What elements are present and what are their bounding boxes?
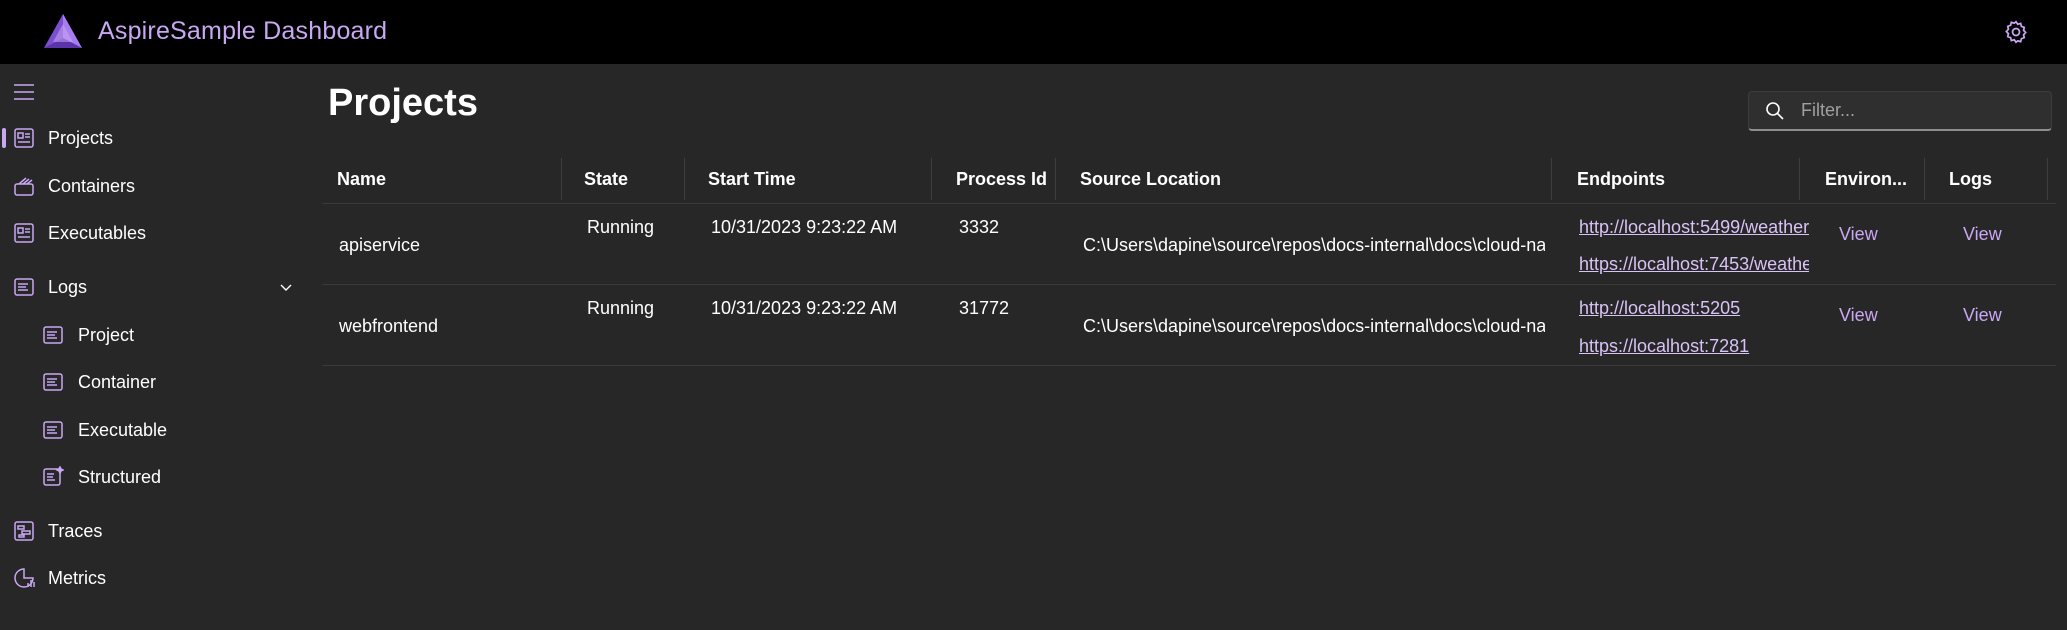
sidebar-item-label: Containers — [48, 175, 136, 196]
column-header-start-time[interactable]: Start Time — [708, 156, 796, 202]
logs-view-button[interactable]: View — [1963, 224, 2002, 245]
log-doc-icon — [43, 421, 63, 439]
cell-state: Running — [587, 298, 655, 318]
aspire-logo-icon — [44, 14, 82, 48]
cell-source-location: C:\Users\dapine\source\repos\docs-intern… — [1083, 235, 1545, 255]
column-header-environment[interactable]: Environ... — [1825, 156, 1907, 202]
sidebar-item-traces[interactable]: Traces — [0, 511, 300, 551]
sidebar-item-label: Project — [78, 324, 135, 345]
cell-process-id: 3332 — [959, 217, 1000, 237]
executable-icon — [14, 223, 34, 243]
chevron-down-icon[interactable] — [278, 279, 294, 295]
settings-button[interactable] — [2000, 16, 2032, 48]
sidebar-item-containers[interactable]: Containers — [0, 166, 300, 206]
cell-source-location: C:\Users\dapine\source\repos\docs-intern… — [1083, 316, 1545, 336]
endpoint-link[interactable]: http://localhost:5205 — [1579, 298, 1809, 319]
log-doc-icon — [43, 373, 63, 391]
cell-start-time: 10/31/2023 9:23:22 AM — [711, 298, 898, 318]
app-title[interactable]: AspireSample Dashboard — [98, 17, 387, 46]
sidebar-item-label: Metrics — [48, 567, 106, 588]
sidebar-item-projects[interactable]: Projects — [0, 118, 300, 158]
structured-log-icon — [43, 466, 64, 486]
search-icon — [1766, 102, 1784, 120]
environment-view-button[interactable]: View — [1839, 305, 1878, 326]
sidebar-item-logs[interactable]: Logs — [0, 267, 300, 307]
cell-process-id: 31772 — [959, 298, 1010, 318]
sidebar-item-label: Traces — [48, 520, 103, 541]
sidebar-item-logs-container[interactable]: Container — [0, 362, 300, 402]
active-indicator — [2, 128, 6, 148]
column-header-name[interactable]: Name — [337, 156, 386, 202]
cell-state: Running — [587, 217, 655, 237]
projects-icon — [14, 128, 34, 148]
filter-box[interactable] — [1748, 91, 2052, 131]
cell-start-time: 10/31/2023 9:23:22 AM — [711, 217, 898, 237]
column-divider[interactable] — [2047, 158, 2048, 200]
column-divider[interactable] — [1799, 158, 1800, 200]
sidebar-item-logs-structured[interactable]: Structured — [0, 457, 300, 497]
sidebar-item-executables[interactable]: Executables — [0, 213, 300, 253]
cell-name: apiservice — [339, 235, 421, 255]
column-header-endpoints[interactable]: Endpoints — [1577, 156, 1665, 202]
sidebar-item-label: Executables — [48, 222, 147, 243]
column-divider[interactable] — [1551, 158, 1552, 200]
endpoint-link[interactable]: http://localhost:5499/weather — [1579, 217, 1809, 238]
logs-icon — [14, 278, 34, 296]
sidebar-item-logs-executable[interactable]: Executable — [0, 410, 300, 450]
top-bar: AspireSample Dashboard — [0, 0, 2067, 64]
environment-view-button[interactable]: View — [1839, 224, 1878, 245]
endpoint-link[interactable]: https://localhost:7281 — [1579, 336, 1809, 357]
row-divider — [322, 365, 2056, 366]
cell-name: webfrontend — [339, 316, 439, 336]
row-divider — [322, 203, 2056, 204]
column-divider[interactable] — [561, 158, 562, 200]
hamburger-icon[interactable] — [12, 80, 36, 104]
column-header-process-id[interactable]: Process Id — [956, 156, 1047, 202]
metrics-icon — [14, 568, 35, 588]
log-doc-icon — [43, 326, 63, 344]
sidebar-item-label: Structured — [78, 466, 162, 487]
column-header-state[interactable]: State — [584, 156, 628, 202]
column-divider[interactable] — [1055, 158, 1056, 200]
logs-view-button[interactable]: View — [1963, 305, 2002, 326]
sidebar-item-logs-project[interactable]: Project — [0, 315, 300, 355]
container-icon — [14, 177, 34, 196]
sidebar-item-label: Executable — [78, 419, 168, 440]
sidebar-item-label: Container — [78, 371, 157, 392]
column-divider[interactable] — [931, 158, 932, 200]
endpoint-link[interactable]: https://localhost:7453/weathe — [1579, 254, 1809, 275]
gear-icon — [2005, 20, 2027, 44]
row-divider — [322, 284, 2056, 285]
traces-icon — [14, 521, 34, 541]
filter-input[interactable] — [1801, 92, 2041, 128]
sidebar-item-label: Logs — [48, 276, 88, 297]
sidebar-item-label: Projects — [48, 127, 114, 148]
sidebar-item-metrics[interactable]: Metrics — [0, 558, 300, 598]
column-header-logs[interactable]: Logs — [1949, 156, 1992, 202]
column-divider[interactable] — [1924, 158, 1925, 200]
page-title: Projects — [328, 82, 478, 124]
column-divider[interactable] — [684, 158, 685, 200]
column-header-source-location[interactable]: Source Location — [1080, 156, 1221, 202]
